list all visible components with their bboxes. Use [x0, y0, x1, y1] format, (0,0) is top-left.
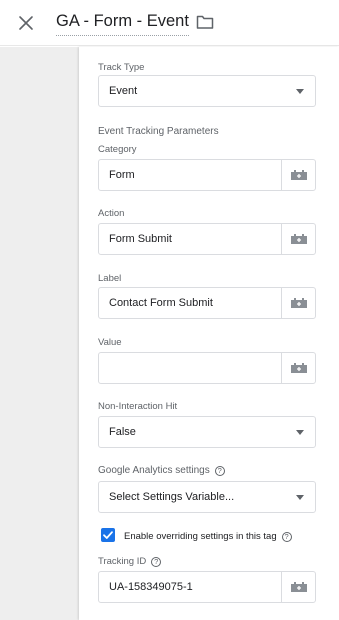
variable-picker-icon: [291, 170, 307, 180]
label-input[interactable]: [99, 288, 282, 318]
close-icon[interactable]: [16, 13, 36, 33]
header-bar: GA - Form - Event: [0, 0, 339, 46]
ga-settings-select[interactable]: Select Settings Variable...: [98, 481, 316, 513]
action-label: Action: [98, 208, 125, 219]
action-field: [98, 223, 316, 255]
track-type-value: Event: [109, 85, 138, 97]
variable-picker-icon: [291, 234, 307, 244]
tag-name-title[interactable]: GA - Form - Event: [56, 12, 189, 36]
event-tracking-heading: Event Tracking Parameters: [98, 126, 219, 137]
help-icon[interactable]: ?: [151, 557, 162, 567]
side-panel: [0, 47, 79, 620]
tracking-id-label: Tracking ID: [98, 556, 147, 567]
action-variable-button[interactable]: [281, 224, 315, 254]
override-settings-text: Enable overriding settings in this tag?: [124, 531, 292, 542]
variable-picker-icon: [291, 582, 307, 592]
dropdown-caret-icon: [296, 89, 304, 94]
non-interaction-select[interactable]: False: [98, 416, 316, 448]
folder-icon[interactable]: [196, 14, 214, 30]
checkmark-icon: [103, 531, 113, 539]
tracking-id-input[interactable]: [99, 572, 282, 602]
category-label: Category: [98, 144, 137, 155]
ga-settings-value: Select Settings Variable...: [109, 491, 235, 503]
override-settings-label: Enable overriding settings in this tag: [124, 531, 277, 542]
non-interaction-value: False: [109, 426, 136, 438]
category-variable-button[interactable]: [281, 160, 315, 190]
action-input[interactable]: [99, 224, 282, 254]
tracking-id-field: [98, 571, 316, 603]
value-field: [98, 352, 316, 384]
variable-picker-icon: [291, 298, 307, 308]
value-variable-button[interactable]: [281, 353, 315, 383]
ga-settings-label: Google Analytics settings: [98, 465, 210, 476]
help-icon[interactable]: ?: [214, 466, 225, 476]
value-input[interactable]: [99, 353, 282, 383]
tracking-id-variable-button[interactable]: [281, 572, 315, 602]
dropdown-caret-icon: [296, 495, 304, 500]
track-type-label: Track Type: [98, 62, 145, 73]
dropdown-caret-icon: [296, 430, 304, 435]
value-label: Value: [98, 337, 122, 348]
track-type-select[interactable]: Event: [98, 75, 316, 107]
label-label: Label: [98, 273, 122, 284]
category-field: [98, 159, 316, 191]
label-variable-button[interactable]: [281, 288, 315, 318]
variable-picker-icon: [291, 363, 307, 373]
ga-settings-heading: Google Analytics settings?: [98, 465, 225, 476]
category-input[interactable]: [99, 160, 282, 190]
non-interaction-label: Non-Interaction Hit: [98, 401, 178, 412]
override-settings-checkbox[interactable]: [101, 528, 115, 542]
help-icon[interactable]: ?: [281, 532, 292, 542]
label-field: [98, 287, 316, 319]
tracking-id-heading: Tracking ID?: [98, 556, 162, 567]
